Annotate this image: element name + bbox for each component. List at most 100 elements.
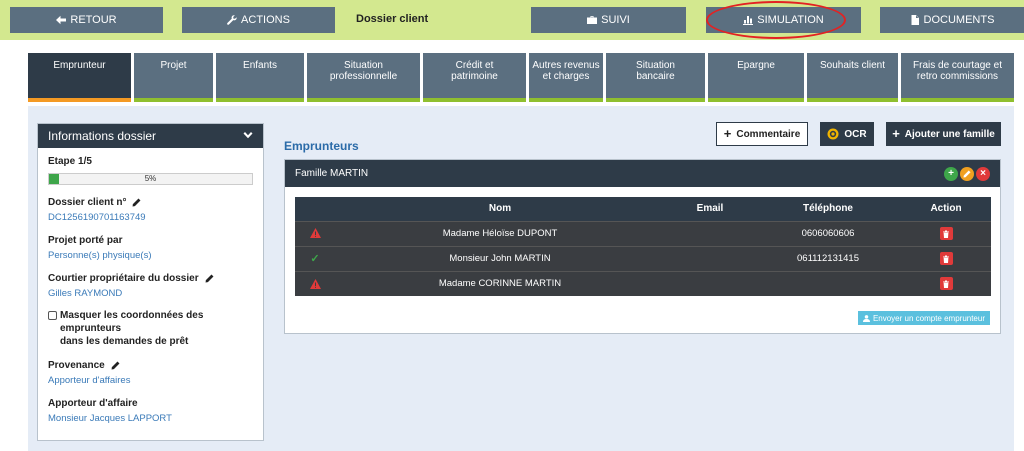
- family-header: Famille MARTIN + ×: [285, 160, 1000, 187]
- tab-souhaits-client[interactable]: Souhaits client: [807, 53, 898, 102]
- email-cell: [665, 245, 755, 271]
- tab-emprunteur[interactable]: Emprunteur: [28, 53, 131, 102]
- warning-icon: [309, 278, 321, 289]
- column-header-name: Nom: [335, 197, 665, 221]
- suivi-button-label: SUIVI: [601, 14, 630, 26]
- dossier-label: Dossier client n°: [48, 197, 253, 208]
- trash-icon: [943, 255, 949, 263]
- apporteur-value: Monsieur Jacques LAPPORT: [48, 413, 172, 424]
- column-header-action: Action: [901, 197, 991, 221]
- step-label: Etape 1/5: [48, 156, 92, 167]
- bar-chart-icon: [743, 16, 754, 25]
- add-family-button[interactable]: + Ajouter une famille: [886, 122, 1001, 146]
- status-cell: ✓: [295, 245, 335, 271]
- tab-projet[interactable]: Projet: [134, 53, 213, 102]
- masquer-checkbox[interactable]: [48, 311, 57, 320]
- tab-enfants[interactable]: Enfants: [216, 53, 304, 102]
- status-cell: [295, 270, 335, 296]
- delete-borrower-button[interactable]: [939, 252, 953, 265]
- dossier-value: DC1256190701163749: [48, 212, 146, 223]
- table-row[interactable]: Madame Héloïse DUPONT 0606060606: [295, 220, 991, 246]
- send-account-button[interactable]: Envoyer un compte emprunteur: [857, 311, 990, 325]
- back-button-label: RETOUR: [70, 14, 117, 26]
- add-member-icon[interactable]: +: [944, 166, 958, 181]
- delete-family-icon[interactable]: ×: [976, 166, 990, 181]
- phone-cell: 061112131415: [755, 245, 901, 271]
- tab-credit-patrimoine[interactable]: Crédit et patrimoine: [423, 53, 526, 102]
- delete-borrower-button[interactable]: [939, 277, 953, 291]
- table-row[interactable]: Madame CORINNE MARTIN: [295, 270, 991, 296]
- action-cell: [901, 245, 991, 271]
- chevron-down-icon[interactable]: [243, 131, 253, 141]
- email-cell: [665, 270, 755, 296]
- name-cell: Madame Héloïse DUPONT: [335, 220, 665, 246]
- family-panel: Famille MARTIN + × Nom Email Téléphone A…: [284, 159, 1001, 334]
- file-icon: [911, 15, 919, 25]
- column-header-email: Email: [665, 197, 755, 221]
- family-actions: + ×: [944, 166, 990, 181]
- projet-value: Personne(s) physique(s): [48, 250, 152, 261]
- pencil-icon[interactable]: [111, 361, 120, 370]
- action-cell: [901, 270, 991, 296]
- phone-cell: 0606060606: [755, 220, 901, 246]
- progress-text: 5%: [144, 174, 157, 183]
- tab-frais-courtage[interactable]: Frais de courtage et retro commissions: [901, 53, 1014, 102]
- info-panel-title: Informations dossier: [48, 129, 157, 143]
- tab-autres-revenus[interactable]: Autres revenus et charges: [529, 53, 603, 102]
- top-bar: RETOUR ACTIONS Dossier client SUIVI SIMU…: [0, 0, 1024, 40]
- simulation-button[interactable]: SIMULATION: [706, 7, 861, 33]
- action-cell: [901, 220, 991, 246]
- table-row[interactable]: ✓ Monsieur John MARTIN 061112131415: [295, 245, 991, 271]
- trash-icon: [943, 280, 949, 288]
- courtier-value: Gilles RAYMOND: [48, 288, 123, 299]
- status-cell: [295, 220, 335, 246]
- pencil-icon[interactable]: [205, 274, 214, 283]
- tab-situation-bancaire[interactable]: Situation bancaire: [606, 53, 705, 102]
- documents-button[interactable]: DOCUMENTS: [880, 7, 1024, 33]
- name-cell: Monsieur John MARTIN: [335, 245, 665, 271]
- page-title: Dossier client: [356, 13, 429, 25]
- ocr-icon: [827, 128, 839, 140]
- apporteur-label: Apporteur d'affaire: [48, 398, 138, 409]
- projet-label: Projet porté par: [48, 235, 123, 246]
- actions-button[interactable]: ACTIONS: [182, 7, 335, 33]
- ocr-button[interactable]: OCR: [820, 122, 874, 146]
- documents-button-label: DOCUMENTS: [923, 14, 995, 26]
- suivi-button[interactable]: SUIVI: [531, 7, 686, 33]
- simulation-button-label: SIMULATION: [757, 14, 824, 26]
- column-header-phone: Téléphone: [755, 197, 901, 221]
- provenance-value: Apporteur d'affaires: [48, 375, 131, 386]
- courtier-label: Courtier propriétaire du dossier: [48, 273, 253, 284]
- edit-family-icon[interactable]: [960, 166, 974, 181]
- trash-icon: [943, 230, 949, 238]
- pencil-icon: [963, 169, 971, 178]
- name-cell: Madame CORINNE MARTIN: [335, 270, 665, 296]
- info-panel-header[interactable]: Informations dossier: [38, 124, 263, 148]
- back-button[interactable]: RETOUR: [10, 7, 163, 33]
- masquer-option: Masquer les coordonnées des emprunteurs d…: [48, 309, 253, 348]
- section-title: Emprunteurs: [284, 139, 359, 153]
- pencil-icon[interactable]: [132, 198, 141, 207]
- actions-button-label: ACTIONS: [241, 14, 290, 26]
- arrow-left-icon: [56, 15, 67, 25]
- plus-icon: +: [892, 126, 900, 141]
- tab-epargne[interactable]: Epargne: [708, 53, 804, 102]
- family-title: Famille MARTIN: [295, 168, 369, 179]
- briefcase-icon: [587, 16, 598, 24]
- progress-bar: 5%: [48, 173, 253, 185]
- check-icon: ✓: [310, 253, 320, 265]
- tab-situation-professionnelle[interactable]: Situation professionnelle: [307, 53, 420, 102]
- comment-button[interactable]: + Commentaire: [716, 122, 808, 146]
- borrowers-table: Nom Email Téléphone Action Madame Héloïs…: [295, 197, 991, 296]
- email-cell: [665, 220, 755, 246]
- delete-borrower-button[interactable]: [939, 227, 953, 240]
- tab-bar: Emprunteur Projet Enfants Situation profe…: [28, 53, 1014, 102]
- provenance-label: Provenance: [48, 360, 253, 371]
- warning-icon: [309, 228, 321, 239]
- info-panel: Informations dossier Etape 1/5 5% Dossie…: [37, 123, 264, 441]
- column-header-status: [295, 197, 335, 221]
- phone-cell: [755, 270, 901, 296]
- wrench-icon: [227, 15, 237, 25]
- user-icon: [862, 314, 870, 322]
- plus-icon: +: [723, 126, 732, 141]
